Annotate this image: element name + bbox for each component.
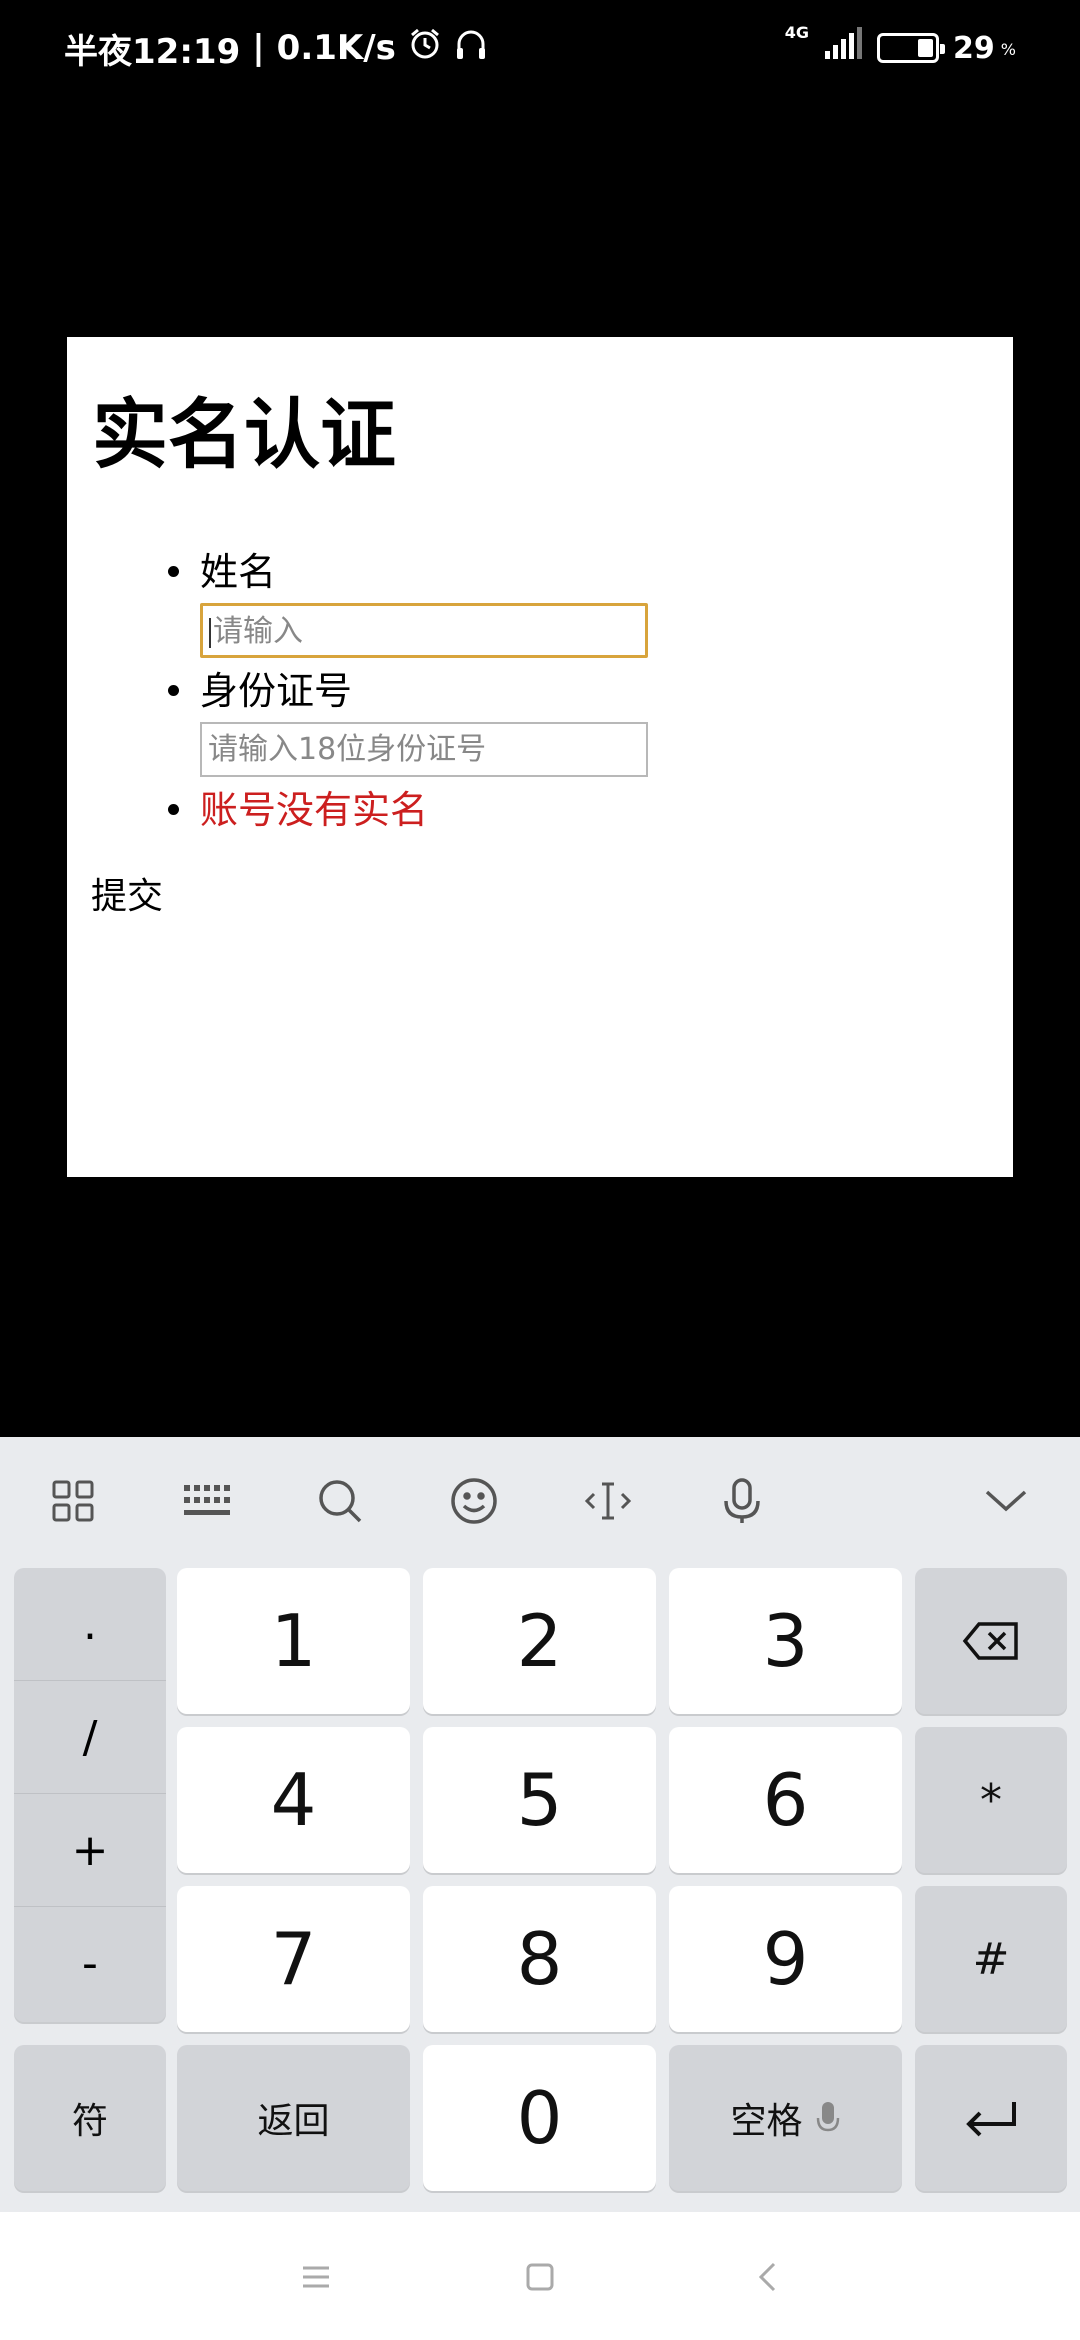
form-list: 姓名 请输入 身份证号 请输入18位身份证号 账号没有实名 [67, 549, 1013, 833]
home-icon[interactable] [515, 2252, 565, 2302]
id-number-input[interactable]: 请输入18位身份证号 [200, 722, 648, 777]
id-number-label: 身份证号 [200, 669, 353, 713]
key-1[interactable]: 1 [177, 1568, 410, 1714]
key-6[interactable]: 6 [669, 1727, 902, 1873]
list-item-id-number: 身份证号 请输入18位身份证号 [67, 668, 1013, 777]
space-key[interactable]: 空格 [669, 2045, 902, 2191]
battery-percent: 29 [953, 30, 995, 66]
key-4[interactable]: 4 [177, 1727, 410, 1873]
cursor-move-icon[interactable] [578, 1471, 638, 1531]
key-8[interactable]: 8 [423, 1886, 656, 2032]
list-item-error: 账号没有实名 [67, 787, 1013, 833]
key-2[interactable]: 2 [423, 1568, 656, 1714]
network-speed: 0.1K/s [276, 28, 396, 68]
back-icon[interactable] [742, 2252, 792, 2302]
key-7[interactable]: 7 [177, 1886, 410, 2032]
clock: 半夜12:19 [64, 31, 241, 72]
enter-key[interactable] [915, 2045, 1067, 2191]
symbol-key-dot[interactable]: . [14, 1568, 166, 1681]
symbol-key-plus[interactable]: + [14, 1794, 166, 1907]
backspace-icon [962, 1622, 1018, 1660]
battery-percent-sign: % [1000, 40, 1016, 59]
backspace-key[interactable] [915, 1568, 1067, 1714]
text-caret [209, 617, 211, 648]
space-key-label: 空格 [730, 2101, 803, 2142]
symbol-column: . / + - [14, 1568, 166, 2022]
status-right: 4G 29 % [785, 23, 1016, 69]
alarm-icon [408, 27, 442, 70]
hash-key[interactable]: # [915, 1886, 1067, 2032]
verification-page: 实名认证 姓名 请输入 身份证号 请输入18位身份证号 账号没有实名 提交 [67, 337, 1013, 1177]
key-5[interactable]: 5 [423, 1727, 656, 1873]
star-key[interactable]: * [915, 1727, 1067, 1873]
headphones-icon [454, 27, 488, 70]
apps-grid-icon[interactable] [43, 1471, 103, 1531]
symbol-key-minus[interactable]: - [14, 1907, 166, 2020]
name-label: 姓名 [200, 550, 277, 594]
search-icon[interactable] [310, 1471, 370, 1531]
symbols-key[interactable]: 符 [14, 2045, 166, 2191]
error-message: 账号没有实名 [200, 788, 429, 832]
submit-button[interactable]: 提交 [91, 867, 163, 919]
key-0[interactable]: 0 [423, 2045, 656, 2191]
name-input-placeholder: 请输入 [213, 614, 303, 649]
name-input[interactable]: 请输入 [200, 603, 648, 658]
keyboard-toolbar [0, 1437, 1080, 1565]
microphone-icon[interactable] [712, 1471, 772, 1531]
id-number-input-placeholder: 请输入18位身份证号 [208, 732, 487, 767]
microphone-icon [816, 2102, 839, 2132]
emoji-icon[interactable] [444, 1471, 504, 1531]
return-key[interactable]: 返回 [177, 2045, 410, 2191]
battery-icon [877, 33, 946, 63]
keyboard-icon[interactable] [176, 1471, 236, 1531]
separator: | [252, 28, 265, 68]
status-left: 半夜12:19 | 0.1K/s [64, 24, 488, 73]
list-item-name: 姓名 请输入 [67, 549, 1013, 658]
symbol-key-slash[interactable]: / [14, 1681, 166, 1794]
battery-level [918, 39, 934, 57]
signal-icon [823, 27, 863, 69]
network-type: 4G [784, 22, 810, 42]
menu-icon[interactable] [291, 2252, 341, 2302]
collapse-chevron-icon[interactable] [976, 1471, 1036, 1531]
page-title: 实名认证 [92, 390, 396, 479]
key-3[interactable]: 3 [669, 1568, 902, 1714]
navigation-bar [0, 2212, 1080, 2340]
key-9[interactable]: 9 [669, 1886, 902, 2032]
numeric-keyboard: . / + - 1 2 3 4 5 6 * 7 8 9 # 符 返回 0 空格 [0, 1437, 1080, 2212]
enter-icon [966, 2102, 1016, 2137]
status-bar: 半夜12:19 | 0.1K/s 4G 29 % [0, 0, 1080, 96]
